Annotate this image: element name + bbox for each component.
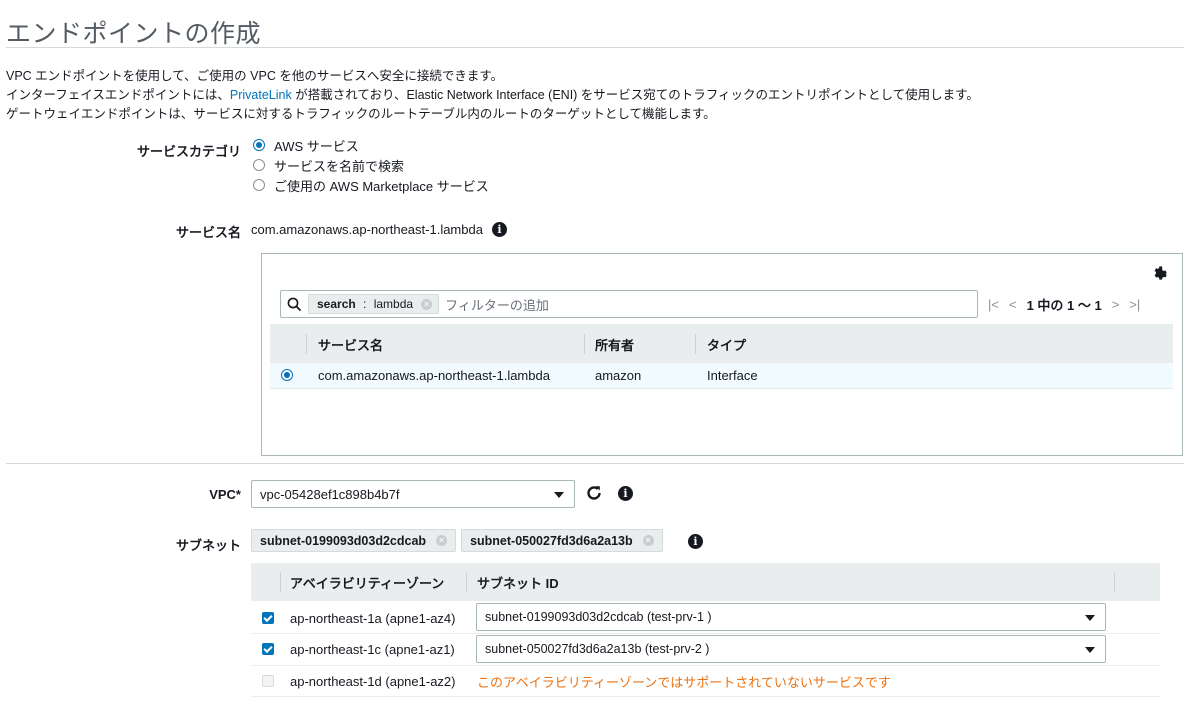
refresh-icon[interactable] <box>585 484 603 506</box>
subnet-select[interactable]: subnet-050027fd3d6a2a13b (test-prv-2 ) <box>476 635 1106 663</box>
page-title: エンドポイントの作成 <box>6 20 262 48</box>
unsupported-az-message: このアベイラビリティーゾーンではサポートされていないサービスです <box>477 674 891 690</box>
row-divider <box>251 633 1160 634</box>
column-divider <box>280 572 281 592</box>
az-checkbox-checked[interactable] <box>262 643 274 655</box>
remove-chip-icon[interactable]: ✕ <box>436 535 448 546</box>
radio-button-selected[interactable] <box>253 139 265 151</box>
column-header-subnet-id[interactable]: サブネット ID <box>477 572 559 592</box>
subnet-chip-label: subnet-0199093d03d2cdcab <box>260 533 427 548</box>
desc-line-2-post: が搭載されており、Elastic Network Interface (ENI)… <box>291 88 979 102</box>
vpc-label: VPC* <box>209 487 241 502</box>
info-icon[interactable]: i <box>618 486 633 501</box>
gear-icon[interactable] <box>1152 265 1168 286</box>
filter-search-bar[interactable]: search : lambda ✕ フィルターの追加 <box>280 290 978 318</box>
desc-line-2: インターフェイスエンドポイントには、PrivateLink が搭載されており、E… <box>6 86 979 105</box>
section-divider <box>6 463 1184 464</box>
row-owner: amazon <box>595 368 642 383</box>
radio-aws-services[interactable]: AWS サービス <box>253 135 489 155</box>
info-icon[interactable]: i <box>688 534 703 549</box>
column-divider <box>584 334 585 354</box>
row-divider <box>251 665 1160 666</box>
subnet-chip-label: subnet-050027fd3d6a2a13b <box>470 533 633 548</box>
subnet-select-value: subnet-0199093d03d2cdcab (test-prv-1 ) <box>485 610 712 624</box>
row-az: ap-northeast-1a (apne1-az4) <box>290 610 456 626</box>
last-page-icon[interactable]: >| <box>1129 297 1140 312</box>
chevron-down-icon <box>1085 615 1095 621</box>
subnet-chip[interactable]: subnet-050027fd3d6a2a13b ✕ <box>461 529 663 552</box>
radio-marketplace[interactable]: ご使用の AWS Marketplace サービス <box>253 175 489 195</box>
filter-token-sep: : <box>359 297 370 311</box>
radio-button[interactable] <box>253 179 265 191</box>
desc-line-2-pre: インターフェイスエンドポイントには、 <box>6 88 230 102</box>
search-icon <box>287 297 302 312</box>
subnet-select[interactable]: subnet-0199093d03d2cdcab (test-prv-1 ) <box>476 603 1106 631</box>
desc-line-1: VPC エンドポイントを使用して、ご使用の VPC を他のサービスへ安全に接続で… <box>6 69 504 83</box>
next-page-icon[interactable]: > <box>1112 297 1120 312</box>
pagination: |< < 1 中の 1 ～ 1 > >| <box>988 295 1140 314</box>
filter-token[interactable]: search : lambda ✕ <box>308 294 440 314</box>
filter-token-value: lambda <box>373 297 414 311</box>
subnet-select-value: subnet-050027fd3d6a2a13b (test-prv-2 ) <box>485 642 710 656</box>
column-divider <box>306 334 307 354</box>
column-header-az[interactable]: アベイラビリティーゾーン <box>290 572 444 592</box>
vpc-select-value: vpc-05428ef1c898b4b7f <box>260 486 400 502</box>
row-divider <box>251 696 1160 697</box>
column-divider <box>466 572 467 592</box>
subnet-chip[interactable]: subnet-0199093d03d2cdcab ✕ <box>251 529 457 552</box>
first-page-icon[interactable]: |< <box>988 297 999 312</box>
chevron-down-icon <box>554 492 564 498</box>
desc-line-3: ゲートウェイエンドポイントは、サービスに対するトラフィックのルートテーブル内のル… <box>6 107 716 121</box>
column-header-owner[interactable]: 所有者 <box>595 334 634 354</box>
filter-token-key: search <box>317 297 356 311</box>
radio-label: AWS サービス <box>274 138 359 154</box>
service-category-label: サービスカテゴリ <box>136 144 241 159</box>
chevron-down-icon <box>1085 647 1095 653</box>
radio-find-by-name[interactable]: サービスを名前で検索 <box>253 155 489 175</box>
row-az: ap-northeast-1c (apne1-az1) <box>290 641 455 657</box>
privatelink-link[interactable]: PrivateLink <box>230 88 292 102</box>
column-divider <box>1114 572 1115 592</box>
remove-token-icon[interactable]: ✕ <box>421 298 433 310</box>
remove-chip-icon[interactable]: ✕ <box>642 535 654 546</box>
radio-button[interactable] <box>253 159 265 171</box>
column-divider <box>695 334 696 354</box>
service-name-value: com.amazonaws.ap-northeast-1.lambda <box>251 222 483 237</box>
vpc-select[interactable]: vpc-05428ef1c898b4b7f <box>251 480 575 508</box>
radio-label: サービスを名前で検索 <box>274 158 405 174</box>
title-divider <box>6 47 1184 48</box>
page-description: VPC エンドポイントを使用して、ご使用の VPC を他のサービスへ安全に接続で… <box>6 67 979 124</box>
column-header-type[interactable]: タイプ <box>707 334 746 354</box>
pagination-text: 1 中の 1 ～ 1 <box>1026 298 1102 313</box>
prev-page-icon[interactable]: < <box>1009 297 1017 312</box>
subnet-label: サブネット <box>175 538 241 553</box>
az-checkbox-checked[interactable] <box>262 612 274 624</box>
filter-placeholder[interactable]: フィルターの追加 <box>445 295 549 314</box>
service-name-label: サービス名 <box>175 225 241 240</box>
row-type: Interface <box>707 368 758 383</box>
service-category-radio-group: AWS サービス サービスを名前で検索 ご使用の AWS Marketplace… <box>253 135 489 195</box>
subnet-chips: subnet-0199093d03d2cdcab ✕ subnet-050027f… <box>251 529 663 552</box>
row-service-name: com.amazonaws.ap-northeast-1.lambda <box>318 368 550 383</box>
radio-label: ご使用の AWS Marketplace サービス <box>274 178 489 194</box>
column-header-service-name[interactable]: サービス名 <box>318 334 383 354</box>
info-icon[interactable]: i <box>492 222 507 237</box>
az-checkbox-disabled <box>262 675 274 687</box>
row-radio-selected[interactable] <box>281 369 293 381</box>
row-az: ap-northeast-1d (apne1-az2) <box>290 673 456 689</box>
